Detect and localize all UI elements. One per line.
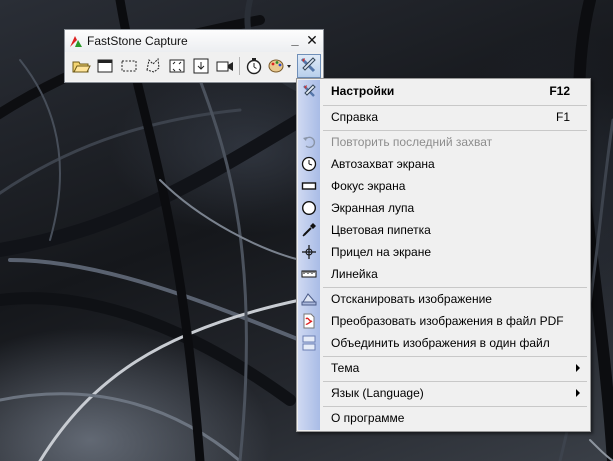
context-menu: Настройки F12 Справка F1 Повторить после… [296, 78, 591, 432]
menu-item-about[interactable]: О программе [321, 407, 589, 429]
capture-rectangle-icon[interactable] [119, 56, 139, 76]
screen-recorder-icon[interactable] [215, 56, 235, 76]
minimize-button[interactable]: _ [287, 32, 303, 48]
menu-item-label: Повторить последний захват [331, 135, 493, 149]
menu-item-screen-focus[interactable]: Фокус экрана [301, 175, 589, 197]
menu-item-color-picker[interactable]: Цветовая пипетка [302, 219, 589, 241]
menu-item-ruler[interactable]: Линейка [301, 263, 589, 285]
menu-item-label: Цветовая пипетка [331, 223, 431, 237]
menu-item-label: Отсканировать изображение [331, 292, 492, 306]
eyedropper-icon [301, 222, 317, 238]
repeat-icon [301, 134, 317, 150]
output-palette-icon[interactable] [267, 56, 293, 76]
magnifier-icon [301, 200, 317, 216]
capture-window-icon[interactable] [95, 56, 115, 76]
menu-item-theme[interactable]: Тема [321, 357, 589, 379]
menu-item-merge-images[interactable]: Объединить изображения в один файл [302, 332, 589, 354]
menu-item-label: Линейка [331, 267, 378, 281]
menu-item-label: О программе [331, 411, 405, 425]
menu-item-label: Преобразовать изображения в файл PDF [331, 314, 564, 328]
menu-item-language[interactable]: Язык (Language) [321, 382, 589, 404]
crosshair-icon [301, 244, 317, 260]
menu-item-settings[interactable]: Настройки F12 [303, 80, 589, 102]
toolbar-separator [239, 57, 240, 75]
app-logo-icon [69, 34, 83, 48]
window-title: FastStone Capture [87, 34, 188, 48]
open-icon[interactable] [71, 56, 91, 76]
menu-item-help[interactable]: Справка F1 [321, 106, 589, 128]
menu-item-label: Объединить изображения в один файл [331, 336, 550, 350]
menu-item-shortcut: F12 [549, 84, 570, 98]
menu-item-scan-image[interactable]: Отсканировать изображение [301, 288, 589, 310]
menu-item-label: Язык (Language) [331, 386, 424, 400]
scanner-icon [301, 291, 317, 307]
menu-item-label: Фокус экрана [331, 179, 406, 193]
menu-item-label: Настройки [331, 84, 395, 98]
menu-item-label: Экранная лупа [331, 201, 415, 215]
submenu-arrow-icon [576, 364, 580, 372]
settings-icon [301, 83, 317, 99]
delay-timer-icon[interactable] [244, 56, 264, 76]
menu-item-auto-capture[interactable]: Автозахват экрана [301, 153, 589, 175]
ruler-icon [301, 266, 317, 282]
menu-item-convert-pdf[interactable]: Преобразовать изображения в файл PDF [303, 310, 589, 332]
merge-images-icon [301, 335, 317, 351]
faststone-capture-window[interactable]: FastStone Capture _ ✕ [64, 29, 324, 83]
clock-icon [301, 156, 317, 172]
menu-item-repeat-last-capture[interactable]: Повторить последний захват [303, 131, 589, 153]
pdf-file-icon [301, 313, 317, 329]
capture-scrolling-icon[interactable] [191, 56, 211, 76]
menu-item-magnifier[interactable]: Экранная лупа [301, 197, 589, 219]
menu-item-label: Автозахват экрана [331, 157, 435, 171]
capture-freehand-icon[interactable] [143, 56, 163, 76]
menu-item-label: Тема [331, 361, 360, 375]
submenu-arrow-icon [576, 389, 580, 397]
settings-menu-icon[interactable] [297, 54, 321, 78]
menu-item-crosshair[interactable]: Прицел на экране [302, 241, 589, 263]
menu-item-label: Прицел на экране [331, 245, 432, 259]
menu-item-shortcut: F1 [555, 110, 570, 124]
close-button[interactable]: ✕ [304, 32, 320, 48]
focus-rectangle-icon [301, 178, 317, 194]
menu-item-label: Справка [331, 110, 379, 124]
capture-fullscreen-icon[interactable] [167, 56, 187, 76]
capture-toolbar [67, 54, 321, 80]
title-bar[interactable]: FastStone Capture _ ✕ [65, 30, 323, 52]
